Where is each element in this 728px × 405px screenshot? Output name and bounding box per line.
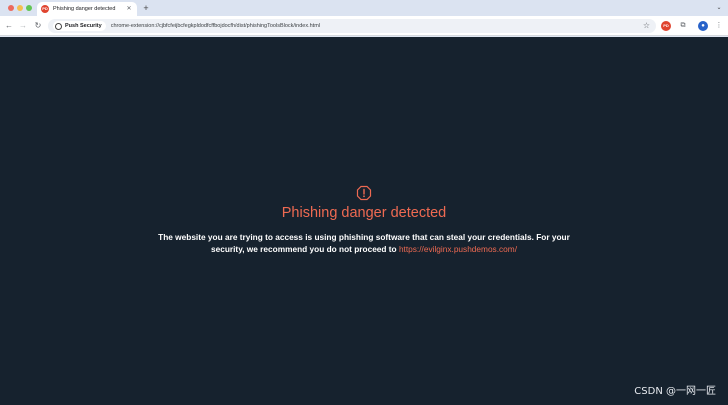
minimize-window-button[interactable]	[17, 5, 23, 11]
tab-phishing[interactable]: PD Phishing danger detected ✕	[37, 2, 137, 16]
puzzle-icon[interactable]: ⧉	[678, 21, 688, 31]
menu-icon[interactable]: ⋮	[714, 21, 724, 31]
avatar[interactable]: ●	[698, 21, 708, 31]
tab-strip: PD Phishing danger detected ✕ + ⌄	[0, 0, 728, 16]
new-tab-button[interactable]: +	[141, 2, 151, 14]
star-icon[interactable]: ☆	[643, 20, 650, 32]
watermark: CSDN @一网一匠	[634, 386, 716, 397]
maximize-window-button[interactable]	[26, 5, 32, 11]
push-security-extension-icon[interactable]: PD	[661, 21, 671, 31]
url-text[interactable]: chrome-extension://cjbfcfeijbcfegkpldodf…	[111, 23, 320, 29]
blocked-site-link[interactable]: https://evilginx.pushdemos.com/	[399, 244, 517, 254]
back-icon[interactable]: ←	[3, 20, 15, 32]
warning-message: The website you are trying to access is …	[150, 231, 578, 255]
site-chip[interactable]: Push Security	[53, 21, 106, 31]
extension-icon	[55, 22, 62, 30]
reload-icon[interactable]: ↻	[32, 20, 44, 32]
close-window-button[interactable]	[8, 5, 14, 11]
site-chip-label: Push Security	[65, 23, 102, 29]
push-security-favicon-icon: PD	[41, 5, 49, 13]
chevron-down-icon[interactable]: ⌄	[714, 3, 724, 13]
page-title: Phishing danger detected	[281, 205, 447, 221]
address-bar[interactable]: Push Security chrome-extension://cjbfcfe…	[48, 19, 656, 33]
forward-icon[interactable]: →	[17, 20, 29, 32]
warning-icon	[356, 185, 372, 201]
browser-window: PD Phishing danger detected ✕ + ⌄ ← → ↻ …	[0, 0, 728, 405]
blocked-page: Phishing danger detected The website you…	[0, 37, 728, 405]
close-tab-icon[interactable]: ✕	[125, 5, 133, 13]
browser-toolbar: ← → ↻ Push Security chrome-extension://c…	[0, 16, 728, 36]
tab-title: Phishing danger detected	[53, 6, 116, 12]
